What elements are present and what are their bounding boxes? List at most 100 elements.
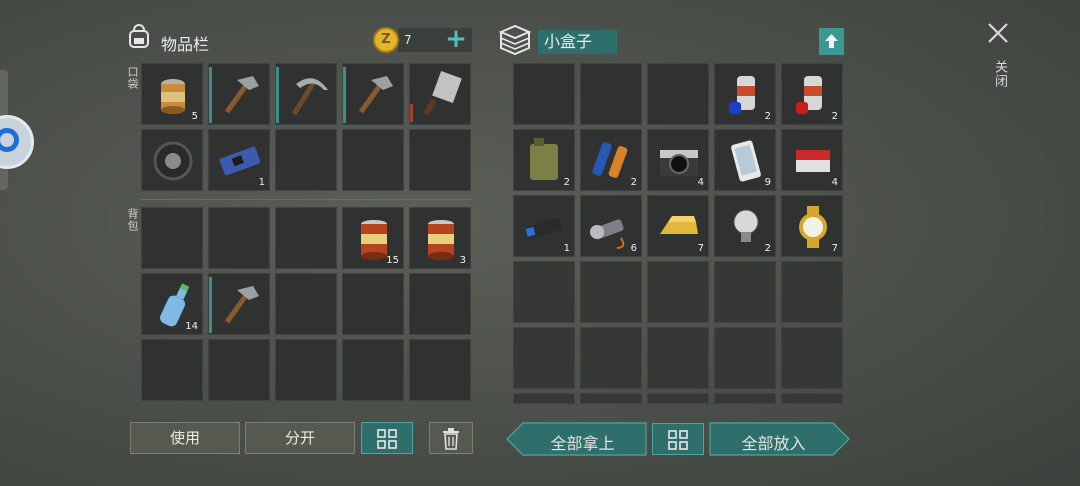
container-slot[interactable] [781, 327, 843, 389]
hammer-icon [358, 76, 393, 114]
pocket-slot[interactable]: 1 [208, 129, 270, 191]
delete-button[interactable] [429, 422, 473, 454]
close-label[interactable]: 关闭 [990, 60, 1009, 88]
gold-bar-icon [660, 216, 698, 234]
container-slot[interactable] [647, 63, 709, 125]
close-icon[interactable] [986, 21, 1010, 45]
container-slot[interactable] [647, 261, 709, 323]
upload-button[interactable] [819, 28, 844, 55]
split-button[interactable]: 分开 [245, 422, 355, 454]
take-all-button[interactable]: 全部拿上 [506, 422, 647, 456]
item-count: 9 [764, 177, 771, 188]
container-slot[interactable]: 2 [714, 63, 776, 125]
container-slot[interactable] [714, 393, 776, 404]
item-count: 7 [697, 243, 704, 254]
container-slot[interactable]: 2 [714, 195, 776, 257]
flashlight-icon [590, 219, 625, 249]
container-slot[interactable] [513, 393, 575, 404]
item-count: 4 [697, 177, 704, 188]
spray-paint-red-icon [796, 76, 822, 114]
container-slot[interactable] [580, 393, 642, 404]
backpack-slot[interactable] [141, 207, 203, 269]
backpack-slot[interactable] [409, 339, 471, 401]
pickaxe-icon [291, 78, 328, 116]
backpack-slot[interactable]: 3 [409, 207, 471, 269]
container-slot[interactable] [580, 261, 642, 323]
backpack-slot[interactable] [208, 273, 270, 335]
container-slot[interactable] [781, 261, 843, 323]
item-count: 14 [185, 321, 198, 332]
backpack-slot[interactable] [275, 207, 337, 269]
item-count: 7 [831, 243, 838, 254]
cleaver-icon [423, 71, 462, 116]
put-all-button[interactable]: 全部放入 [709, 422, 850, 456]
pocket-slot[interactable] [208, 63, 270, 125]
item-count: 2 [831, 111, 838, 122]
hammer-icon [224, 76, 259, 114]
item-count: 5 [191, 111, 198, 122]
item-count: 2 [764, 111, 771, 122]
container-slot[interactable]: 2 [580, 129, 642, 191]
durability-bar [209, 277, 212, 333]
container-slot[interactable] [781, 393, 843, 404]
backpack-slot[interactable]: 14 [141, 273, 203, 335]
usb-drive-icon [525, 218, 563, 239]
pocket-slot[interactable] [275, 63, 337, 125]
add-coins-button[interactable]: + [444, 26, 468, 53]
circuit-board-icon [219, 146, 261, 176]
container-slot[interactable] [647, 393, 709, 404]
camera-icon [660, 150, 698, 176]
sort-inventory-button[interactable] [361, 422, 413, 454]
backpack-slot[interactable] [342, 273, 404, 335]
durability-bar [276, 67, 279, 123]
container-slot[interactable]: 7 [647, 195, 709, 257]
backpack-slot[interactable] [275, 273, 337, 335]
canned-food-icon [428, 220, 454, 260]
container-slot[interactable]: 6 [580, 195, 642, 257]
container-slot[interactable] [647, 327, 709, 389]
pocket-slot[interactable] [409, 129, 471, 191]
container-slot[interactable]: 1 [513, 195, 575, 257]
inventory-title: 物品栏 [161, 35, 210, 54]
backpack-slot[interactable] [208, 339, 270, 401]
pocket-slot[interactable] [275, 129, 337, 191]
pocket-slot[interactable]: 5 [141, 63, 203, 125]
use-button[interactable]: 使用 [130, 422, 240, 454]
backpack-slot[interactable] [409, 273, 471, 335]
sort-container-button[interactable] [652, 423, 704, 455]
backpack-slot[interactable]: 15 [342, 207, 404, 269]
durability-bar [343, 67, 346, 123]
container-slot[interactable] [513, 327, 575, 389]
durability-bar [410, 104, 413, 122]
container-slot[interactable]: 7 [781, 195, 843, 257]
backpack-slot[interactable] [141, 339, 203, 401]
backpack-slot[interactable] [275, 339, 337, 401]
pocket-slot[interactable] [141, 129, 203, 191]
hammer-icon [224, 286, 259, 324]
put-all-label: 全部放入 [741, 434, 806, 453]
container-slot[interactable] [714, 261, 776, 323]
backpack-slot[interactable] [208, 207, 270, 269]
cigarettes-icon [796, 150, 830, 172]
container-slot[interactable]: 2 [513, 129, 575, 191]
durability-bar [209, 67, 212, 123]
container-slot[interactable] [513, 63, 575, 125]
jerry-can-icon [530, 138, 558, 180]
container-slot[interactable]: 2 [781, 63, 843, 125]
container-slot[interactable]: 4 [647, 129, 709, 191]
container-slot[interactable]: 4 [781, 129, 843, 191]
container-slot[interactable] [513, 261, 575, 323]
container-slot[interactable]: 9 [714, 129, 776, 191]
coin-count: 7 [404, 33, 412, 47]
arrow-up-icon [825, 34, 838, 48]
container-slot[interactable] [714, 327, 776, 389]
backpack-icon [129, 24, 149, 48]
pocket-slot[interactable] [342, 129, 404, 191]
floating-assist-icon[interactable] [0, 115, 34, 169]
pocket-slot[interactable] [409, 63, 471, 125]
backpack-slot[interactable] [342, 339, 404, 401]
container-slot[interactable] [580, 327, 642, 389]
coin-icon: Z [373, 27, 399, 53]
pocket-slot[interactable] [342, 63, 404, 125]
container-slot[interactable] [580, 63, 642, 125]
